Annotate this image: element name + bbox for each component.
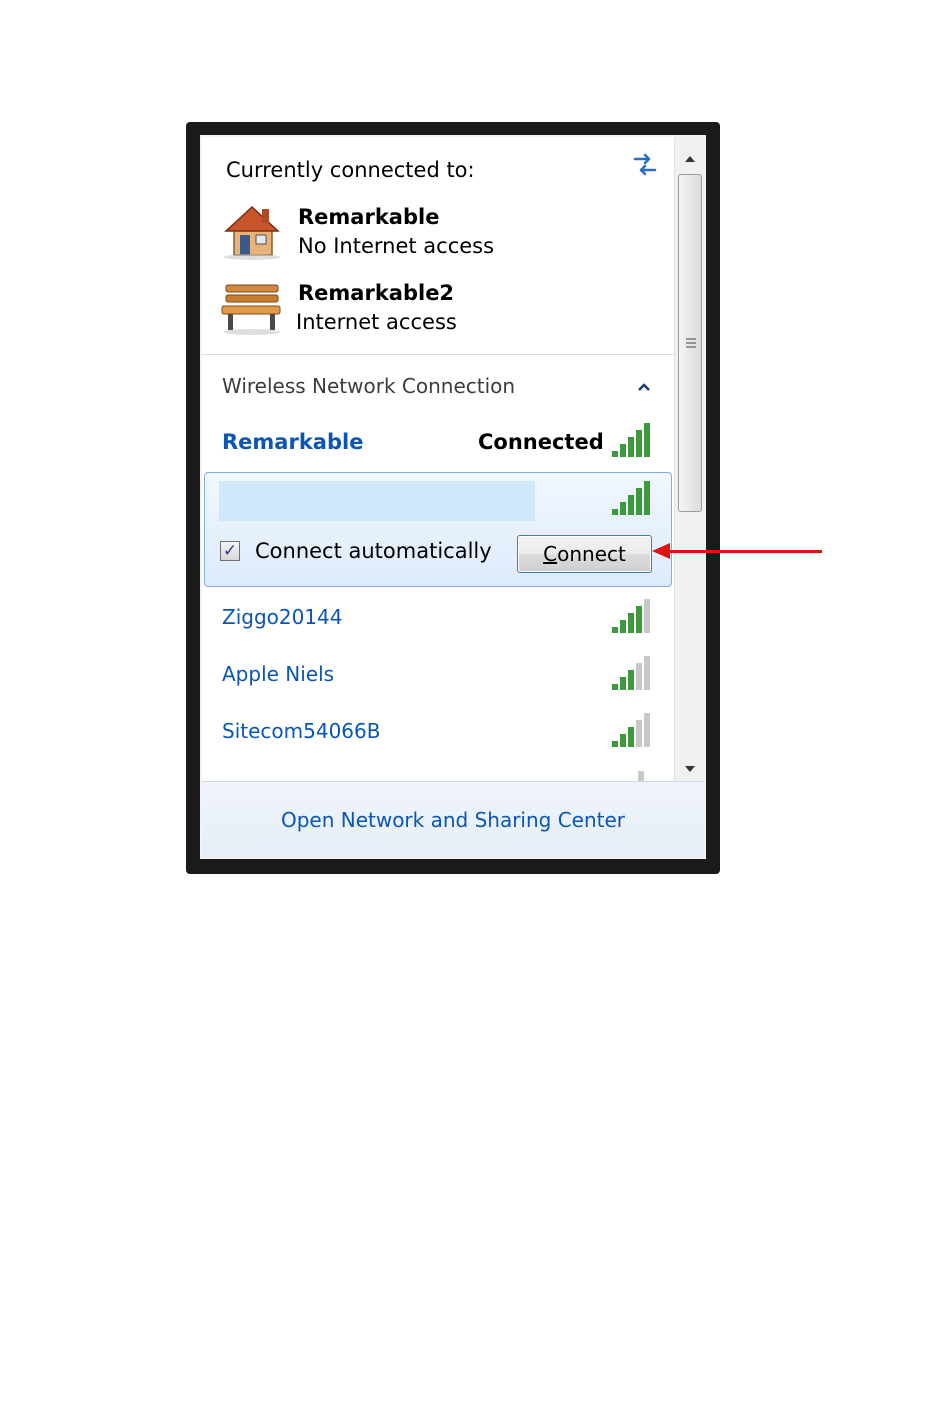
- scroll-thumb[interactable]: [678, 174, 702, 512]
- network-name[interactable]: Ziggo20144: [222, 605, 343, 629]
- connected-network-status: Connected: [478, 430, 604, 454]
- signal-bar: [636, 663, 642, 690]
- wireless-section-title[interactable]: Wireless Network Connection: [222, 374, 515, 398]
- signal-bar: [612, 627, 618, 633]
- signal-bar: [612, 741, 618, 747]
- checkmark-icon: ✓: [222, 540, 238, 561]
- partial-signal-bar: [638, 771, 644, 781]
- network-flyout: Currently connected to: Remarkable No In…: [200, 135, 706, 859]
- signal-bar: [612, 509, 618, 515]
- signal-bar: [636, 488, 642, 515]
- connection-status: No Internet access: [298, 234, 495, 258]
- signal-bar: [620, 502, 626, 515]
- signal-bar: [636, 430, 642, 457]
- signal-strength-icon: [610, 713, 654, 753]
- network-name[interactable]: Apple Niels: [222, 662, 334, 686]
- annotation-arrow-head-icon: [652, 543, 670, 559]
- signal-strength-icon: [610, 656, 654, 696]
- signal-strength-icon: [610, 481, 654, 521]
- scrollbar[interactable]: [674, 137, 704, 781]
- network-name[interactable]: Sitecom54066B: [222, 719, 380, 743]
- signal-bar: [628, 495, 634, 515]
- signal-bar: [620, 444, 626, 457]
- selected-network-name[interactable]: [219, 481, 535, 521]
- signal-bar: [636, 720, 642, 747]
- signal-bar: [644, 599, 650, 633]
- currently-connected-heading: Currently connected to:: [226, 158, 475, 182]
- signal-bar: [628, 613, 634, 633]
- network-list-scroll-area: Currently connected to: Remarkable No In…: [202, 137, 674, 781]
- signal-bar: [644, 656, 650, 690]
- connection-status: Internet access: [296, 310, 457, 334]
- flyout-footer: Open Network and Sharing Center: [202, 781, 704, 857]
- public-network-bench-icon: [220, 279, 284, 341]
- annotation-arrow-line: [668, 550, 822, 553]
- signal-bar: [644, 713, 650, 747]
- signal-bar: [620, 677, 626, 690]
- signal-bar: [628, 437, 634, 457]
- connect-button-accel: C: [543, 542, 558, 566]
- refresh-arrows-icon[interactable]: [630, 151, 660, 183]
- signal-bar: [644, 423, 650, 457]
- partially-hidden-network-item[interactable]: [222, 773, 362, 781]
- chevron-up-icon[interactable]: [636, 379, 652, 398]
- open-network-sharing-center-link[interactable]: Open Network and Sharing Center: [202, 808, 704, 832]
- signal-bar: [620, 734, 626, 747]
- signal-bar: [612, 451, 618, 457]
- signal-strength-icon: [610, 423, 654, 463]
- signal-bar: [628, 670, 634, 690]
- divider: [202, 354, 674, 355]
- connected-network-name[interactable]: Remarkable: [222, 430, 363, 454]
- scroll-up-arrow-icon[interactable]: [683, 149, 697, 168]
- connect-automatically-label[interactable]: Connect automatically: [255, 539, 492, 563]
- connect-button-label: onnect: [557, 542, 626, 566]
- selected-network-item[interactable]: ✓ Connect automatically Connect: [204, 472, 672, 587]
- signal-bar: [644, 481, 650, 515]
- connection-name: Remarkable: [298, 205, 440, 229]
- home-network-icon: [220, 201, 284, 265]
- signal-bar: [612, 684, 618, 690]
- connection-name: Remarkable2: [298, 281, 455, 305]
- scroll-down-arrow-icon[interactable]: [683, 759, 697, 778]
- connect-button[interactable]: Connect: [517, 535, 652, 573]
- grip-lines-icon: [685, 335, 697, 354]
- signal-bar: [620, 620, 626, 633]
- connect-automatically-checkbox[interactable]: ✓: [220, 541, 240, 561]
- signal-bar: [628, 727, 634, 747]
- signal-bar: [636, 606, 642, 633]
- signal-strength-icon: [610, 599, 654, 639]
